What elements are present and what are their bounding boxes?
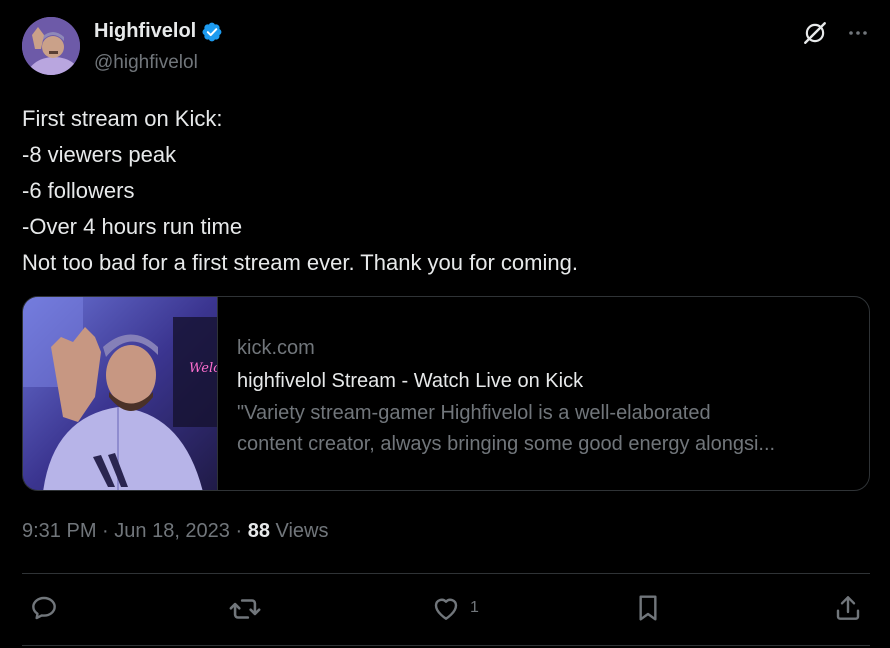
more-icon[interactable] bbox=[846, 21, 870, 45]
tweet-line: -8 viewers peak bbox=[22, 142, 177, 167]
card-description-line: "Variety stream-gamer Highfivelol is a w… bbox=[237, 402, 711, 424]
link-card[interactable]: Welc kick.com highfivelol Stream - Watch… bbox=[22, 296, 870, 491]
author-handle[interactable]: @highfivelol bbox=[94, 52, 198, 74]
card-thumbnail: Welc bbox=[23, 297, 218, 490]
top-actions bbox=[802, 20, 870, 46]
avatar-image bbox=[22, 17, 80, 75]
meta-separator: · bbox=[96, 520, 115, 542]
like-count: 1 bbox=[470, 599, 479, 616]
tweet: Highfivelol @highfivelol First stream on… bbox=[0, 0, 890, 648]
views-label: Views bbox=[269, 520, 329, 542]
tweet-line: -6 followers bbox=[22, 178, 135, 203]
views-count[interactable]: 88 bbox=[248, 520, 270, 542]
tweet-time[interactable]: 9:31 PM bbox=[22, 520, 96, 542]
display-name-text: Highfivelol bbox=[94, 20, 197, 42]
like-button[interactable]: 1 bbox=[430, 592, 479, 624]
svg-text:Welc: Welc bbox=[189, 361, 218, 376]
tweet-line: -Over 4 hours run time bbox=[22, 214, 243, 239]
grok-icon[interactable] bbox=[802, 20, 828, 46]
share-button[interactable] bbox=[832, 592, 864, 624]
tweet-text: First stream on Kick: -8 viewers peak -6… bbox=[22, 101, 868, 281]
bookmark-icon bbox=[639, 595, 657, 621]
meta-separator: · bbox=[229, 520, 248, 542]
author-display-name[interactable]: Highfivelol bbox=[94, 20, 223, 43]
reply-button[interactable] bbox=[28, 592, 60, 624]
verified-badge-icon bbox=[201, 21, 223, 43]
tweet-line: First stream on Kick: bbox=[22, 106, 223, 131]
repost-icon bbox=[229, 599, 261, 619]
repost-button[interactable] bbox=[228, 592, 262, 626]
card-domain: kick.com bbox=[237, 337, 315, 359]
bookmark-button[interactable] bbox=[632, 592, 664, 624]
tweet-meta: 9:31 PM · Jun 18, 2023 · 88 Views bbox=[22, 520, 329, 543]
avatar[interactable] bbox=[22, 17, 80, 75]
tweet-date[interactable]: Jun 18, 2023 bbox=[114, 520, 230, 542]
divider bbox=[22, 573, 870, 574]
bottom-divider bbox=[22, 645, 870, 646]
action-bar: 1 bbox=[22, 592, 870, 628]
card-description: "Variety stream-gamer Highfivelol is a w… bbox=[237, 398, 857, 460]
reply-icon bbox=[32, 596, 56, 620]
card-description-line: content creator, always bringing some go… bbox=[237, 433, 776, 455]
share-icon bbox=[836, 596, 860, 620]
heart-icon bbox=[434, 598, 458, 620]
card-title: highfivelol Stream - Watch Live on Kick bbox=[237, 370, 584, 392]
tweet-line: Not too bad for a first stream ever. Tha… bbox=[22, 250, 578, 275]
card-body: kick.com highfivelol Stream - Watch Live… bbox=[237, 335, 857, 460]
